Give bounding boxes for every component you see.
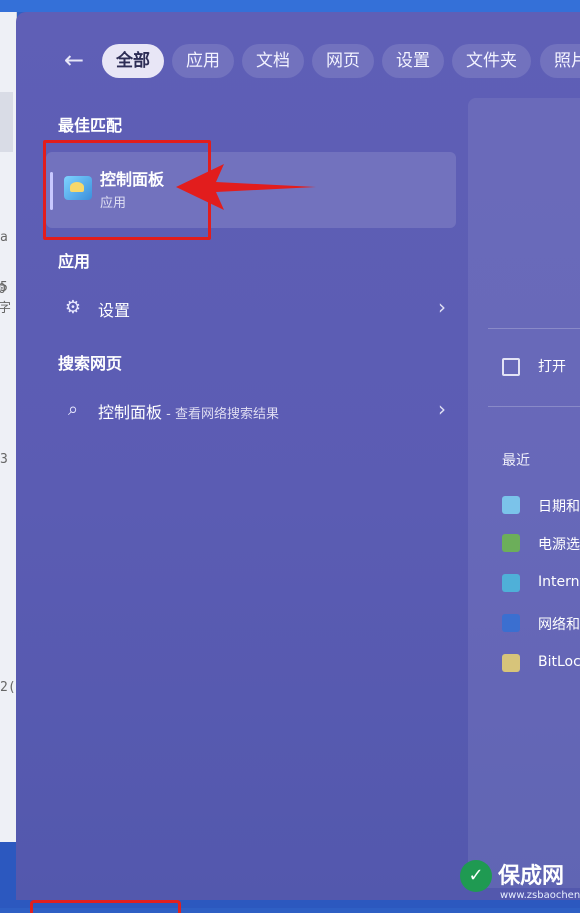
internet-options-icon bbox=[502, 574, 520, 592]
list-item-label: 设置 bbox=[98, 301, 131, 320]
recent-item-internet-options[interactable]: Intern bbox=[502, 572, 580, 596]
filter-chip-documents[interactable]: 文档 bbox=[242, 44, 304, 78]
bitlocker-icon bbox=[502, 654, 520, 672]
details-pane: 打开 最近 日期和 电源选 Intern 网络和 BitLoc bbox=[468, 98, 580, 888]
date-time-icon bbox=[502, 496, 520, 514]
open-external-icon bbox=[502, 358, 520, 376]
background-text-fragment: a bbox=[0, 230, 8, 245]
recent-item-network[interactable]: 网络和 bbox=[502, 612, 580, 636]
recent-item-bitlocker[interactable]: BitLoc bbox=[502, 652, 580, 676]
background-text-fragment: 3 bbox=[0, 452, 8, 467]
watermark-url: www.zsbaocheng.net bbox=[500, 890, 580, 901]
filter-chip-settings[interactable]: 设置 bbox=[382, 44, 444, 78]
recent-item-label: 电源选 bbox=[538, 537, 580, 553]
search-web-heading: 搜索网页 bbox=[58, 354, 123, 373]
filter-chip-all[interactable]: 全部 bbox=[102, 44, 164, 78]
back-button[interactable]: ← bbox=[60, 48, 88, 74]
chevron-right-icon: › bbox=[438, 397, 446, 421]
search-filter-bar: ← 全部 应用 文档 网页 设置 文件夹 照片 bbox=[16, 42, 580, 80]
background-window-block bbox=[0, 92, 13, 152]
list-item-web-search[interactable]: ⌕ 控制面板 - 查看网络搜索结果 › bbox=[46, 390, 446, 430]
divider bbox=[488, 406, 580, 407]
chevron-right-icon: › bbox=[438, 295, 446, 319]
recent-item-label: 网络和 bbox=[538, 617, 580, 633]
list-item-label: 控制面板 - 查看网络搜索结果 bbox=[98, 399, 279, 423]
open-action[interactable]: 打开 bbox=[502, 356, 580, 380]
arrow-left-icon: ← bbox=[63, 46, 85, 74]
divider bbox=[488, 328, 580, 329]
search-results-list: 最佳匹配 控制面板 应用 应用 ⚙ 设置 › 搜索网页 ⌕ 控制面板 - 查看网… bbox=[16, 92, 468, 882]
web-search-subtitle: - 查看网络搜索结果 bbox=[162, 407, 279, 422]
watermark-title: 保成网 bbox=[498, 864, 565, 889]
recent-item-date-time[interactable]: 日期和 bbox=[502, 494, 580, 518]
background-text-fragment: 0字 bbox=[0, 282, 12, 316]
background-text-fragment: 2( bbox=[0, 680, 16, 695]
recent-heading: 最近 bbox=[502, 453, 530, 469]
network-icon bbox=[502, 614, 520, 632]
apps-heading: 应用 bbox=[58, 252, 91, 271]
filter-chip-apps[interactable]: 应用 bbox=[172, 44, 234, 78]
recent-item-label: BitLoc bbox=[538, 654, 580, 670]
annotation-arrow bbox=[176, 164, 316, 210]
recent-item-label: Intern bbox=[538, 574, 580, 590]
background-window-edge: a 5 0字 3 2( bbox=[0, 12, 17, 842]
recent-item-power-options[interactable]: 电源选 bbox=[502, 532, 580, 556]
desktop-top-strip bbox=[0, 0, 580, 12]
filter-chip-web[interactable]: 网页 bbox=[312, 44, 374, 78]
best-match-heading: 最佳匹配 bbox=[58, 116, 123, 135]
filter-chip-photos[interactable]: 照片 bbox=[540, 44, 580, 78]
taskbar-search-highlight bbox=[30, 900, 181, 913]
power-options-icon bbox=[502, 534, 520, 552]
recent-item-label: 日期和 bbox=[538, 499, 580, 515]
filter-chip-folders[interactable]: 文件夹 bbox=[452, 44, 531, 78]
watermark-logo: ✓ bbox=[460, 860, 492, 892]
start-search-panel: ← 全部 应用 文档 网页 设置 文件夹 照片 最佳匹配 控制面板 应用 应用 … bbox=[16, 12, 580, 900]
list-item-settings[interactable]: ⚙ 设置 › bbox=[46, 288, 446, 328]
search-icon: ⌕ bbox=[67, 399, 79, 420]
gear-icon: ⚙ bbox=[64, 297, 82, 318]
watermark: ✓ 保成网 www.zsbaocheng.net bbox=[452, 852, 580, 908]
open-label: 打开 bbox=[538, 359, 566, 375]
web-search-query: 控制面板 bbox=[98, 403, 163, 422]
